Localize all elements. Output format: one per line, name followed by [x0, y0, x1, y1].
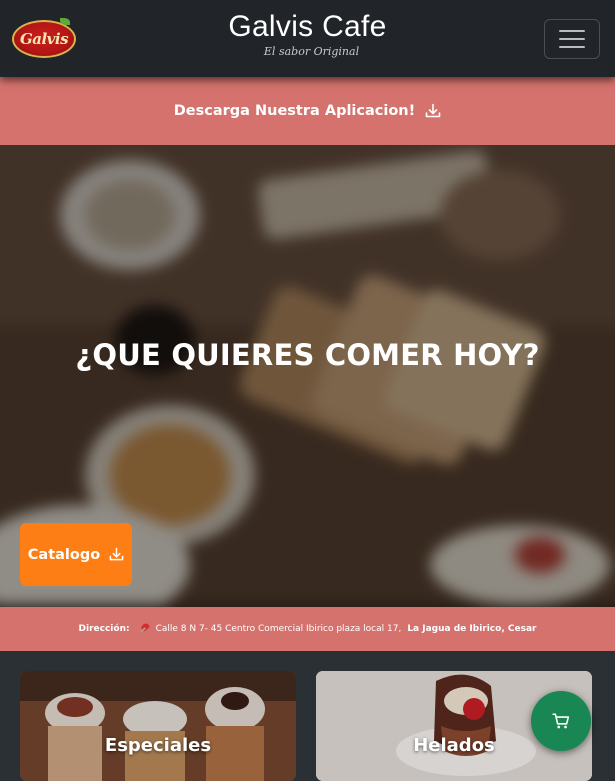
- download-icon: [425, 103, 441, 118]
- address-bar: Dirección: Calle 8 N 7- 45 Centro Comerc…: [0, 607, 615, 651]
- cart-button[interactable]: [531, 691, 591, 751]
- site-title[interactable]: Galvis Cafe: [0, 10, 615, 44]
- pushpin-icon: [140, 624, 150, 634]
- address-label: Dirección:: [78, 624, 130, 634]
- category-label: Especiales: [104, 735, 212, 756]
- navbar: Galvis Galvis Cafe El sabor Original: [0, 0, 615, 77]
- address-city: La Jagua de Ibirico, Cesar: [407, 624, 537, 634]
- catalog-button-label: Catalogo: [27, 546, 101, 563]
- categories-section: Especiales Helados: [0, 651, 615, 781]
- category-card-especiales[interactable]: Especiales: [20, 671, 296, 781]
- hamburger-menu-icon: [559, 38, 585, 40]
- download-app-label: Descarga Nuestra Aplicacion!: [173, 103, 416, 119]
- hamburger-menu-icon: [559, 30, 585, 32]
- hero-title: ¿QUE QUIERES COMER HOY?: [75, 338, 540, 372]
- download-icon: [109, 547, 124, 561]
- catalog-button[interactable]: Catalogo: [20, 523, 132, 586]
- cart-icon: [552, 713, 570, 729]
- hamburger-menu-icon: [559, 46, 585, 48]
- menu-toggle-button[interactable]: [544, 19, 600, 59]
- address-street: Calle 8 N 7- 45 Centro Comercial Ibirico…: [155, 624, 402, 634]
- hero-section: ¿QUE QUIERES COMER HOY? Catalogo: [0, 145, 615, 607]
- site-subtitle: El sabor Original: [263, 45, 360, 58]
- especiales-image: [20, 671, 296, 781]
- download-app-banner[interactable]: Descarga Nuestra Aplicacion!: [0, 77, 615, 145]
